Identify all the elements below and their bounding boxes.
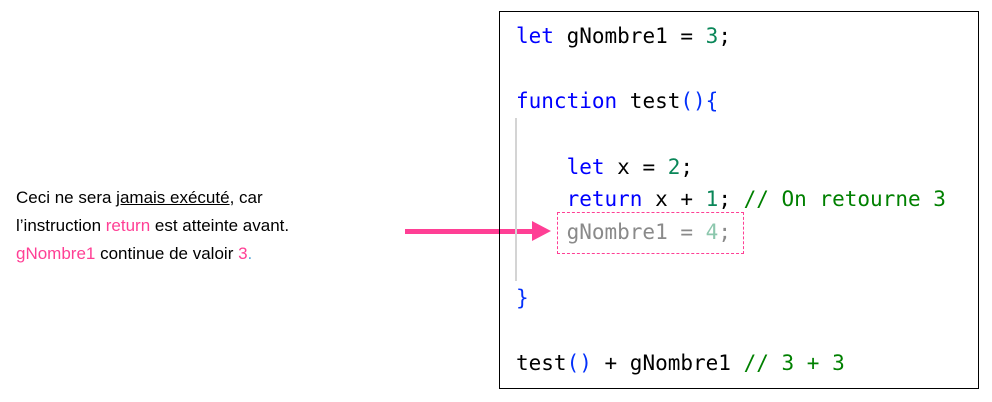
note-text: Ceci ne sera — [16, 188, 117, 207]
note-text: continue de valoir — [95, 244, 239, 263]
note-text: est atteinte avant. — [150, 216, 290, 235]
note-keyword: return — [105, 216, 151, 235]
note-text: , car — [229, 188, 263, 207]
note-underlined: jamais exécuté — [116, 188, 230, 207]
note-text: . — [247, 244, 253, 263]
note-number: 3 — [238, 244, 248, 263]
code-line: return x + 1; // On retourne 3 — [566, 187, 946, 212]
note-text: l’instruction — [16, 216, 106, 235]
code-line: function test(){ — [516, 89, 719, 114]
code-line: test() + gNombre1 // 3 + 3 — [516, 350, 845, 375]
code-line-unreachable: gNombre1 = 4; — [566, 220, 731, 245]
code-line: } — [516, 285, 529, 310]
explanation-note: Ceci ne sera jamais exécuté, car l’instr… — [16, 184, 289, 268]
code-block: let gNombre1 = 3; function test(){ let x… — [499, 11, 979, 389]
code-line: let gNombre1 = 3; — [516, 24, 731, 48]
code-line: let x = 2; — [566, 154, 694, 179]
note-variable: gNombre1 — [16, 244, 96, 263]
